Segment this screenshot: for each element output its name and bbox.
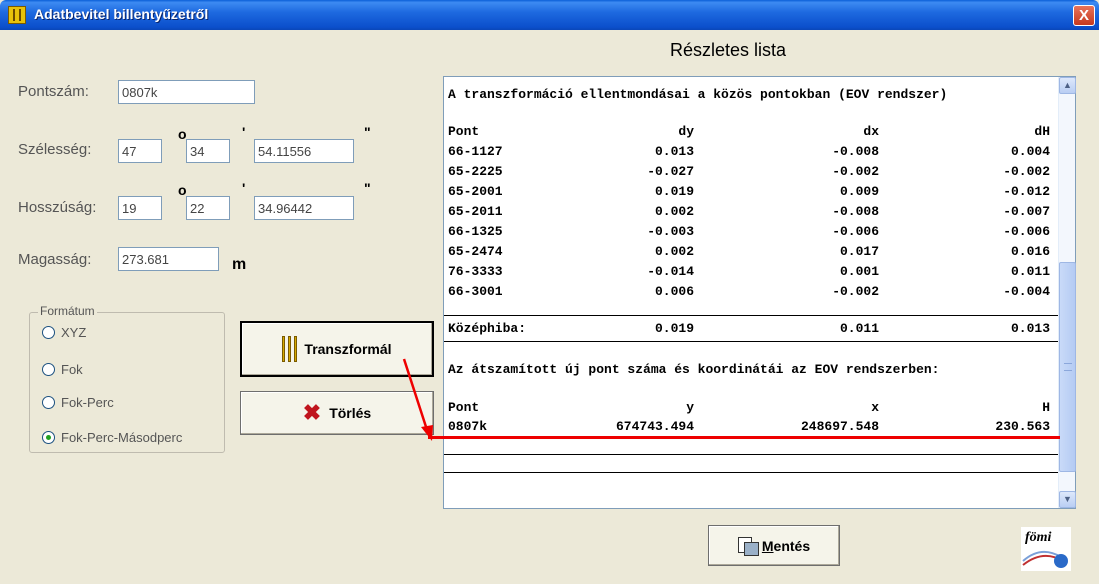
scroll-thumb[interactable]: [1059, 262, 1076, 472]
annotation-arrow: [402, 358, 433, 441]
transform-icon: [282, 336, 298, 362]
col-header: dy: [678, 124, 694, 139]
minute-symbol: ': [242, 180, 246, 196]
fomi-logo: fömi: [1021, 527, 1071, 571]
torles-label: Törlés: [329, 405, 372, 421]
radio-fok-perc[interactable]: Fok-Perc: [42, 395, 114, 410]
vertical-scrollbar[interactable]: ▲ ▼: [1058, 77, 1076, 508]
col-header: y: [686, 400, 694, 415]
radio-xyz[interactable]: XYZ: [42, 325, 86, 340]
mentes-label: Mentés: [761, 537, 811, 554]
hosszusag-label: Hosszúság:: [18, 199, 97, 216]
col-header: Pont: [448, 400, 480, 415]
hosszusag-sec-input[interactable]: [254, 196, 354, 220]
divider: [444, 472, 1058, 473]
detail-listbox[interactable]: A transzformáció ellentmondásai a közös …: [443, 76, 1076, 509]
title-bar: Adatbevitel billentyűzetről X: [0, 0, 1099, 30]
radio-fok-perc-masodperc[interactable]: Fok-Perc-Másodperc: [42, 430, 182, 445]
divider: [444, 315, 1058, 316]
format-group-title: Formátum: [38, 304, 97, 318]
magassag-unit: m: [232, 256, 247, 273]
col-header: x: [871, 400, 879, 415]
szelesseg-label: Szélesség:: [18, 141, 92, 158]
pontszam-label: Pontszám:: [18, 83, 89, 100]
radio-dot[interactable]: [42, 396, 55, 409]
hosszusag-min-input[interactable]: [186, 196, 230, 220]
list-heading1: A transzformáció ellentmondásai a közös …: [448, 87, 948, 102]
radio-dot-selected[interactable]: [42, 431, 55, 444]
list-heading2: Az átszamított új pont száma és koordiná…: [448, 362, 940, 377]
col-header: Pont: [448, 124, 480, 139]
col-header: H: [1042, 400, 1050, 415]
radio-label: Fok-Perc-Másodperc: [61, 430, 183, 445]
radio-fok[interactable]: Fok: [42, 362, 83, 377]
col-header: dx: [863, 124, 879, 139]
radio-label: Fok: [61, 362, 83, 377]
pontszam-input[interactable]: [118, 80, 255, 104]
annotation-underline: [428, 436, 1060, 439]
close-button[interactable]: X: [1073, 5, 1095, 26]
list-title: Részletes lista: [670, 40, 787, 60]
save-icon: [737, 536, 759, 556]
szelesseg-sec-input[interactable]: [254, 139, 354, 163]
delete-icon: ✖: [302, 400, 322, 425]
radio-label: Fok-Perc: [61, 395, 114, 410]
szelesseg-deg-input[interactable]: [118, 139, 162, 163]
divider: [444, 454, 1058, 455]
hosszusag-deg-input[interactable]: [118, 196, 162, 220]
svg-text:fömi: fömi: [1025, 530, 1052, 545]
scroll-down-button[interactable]: ▼: [1059, 491, 1076, 508]
second-symbol: ": [364, 180, 371, 196]
mentes-button[interactable]: Mentés: [708, 525, 840, 566]
divider: [444, 341, 1058, 342]
radio-dot[interactable]: [42, 326, 55, 339]
minute-symbol: ': [242, 124, 246, 140]
magassag-label: Magasság:: [18, 251, 92, 268]
magassag-input[interactable]: [118, 247, 219, 271]
szelesseg-min-input[interactable]: [186, 139, 230, 163]
col-header: dH: [1034, 124, 1050, 139]
app-icon: [8, 6, 26, 24]
scroll-up-button[interactable]: ▲: [1059, 77, 1076, 94]
transzformal-label: Transzformál: [304, 341, 392, 357]
second-symbol: ": [364, 124, 371, 140]
radio-dot[interactable]: [42, 363, 55, 376]
window-title: Adatbevitel billentyűzetről: [34, 6, 209, 22]
radio-label: XYZ: [61, 325, 87, 340]
